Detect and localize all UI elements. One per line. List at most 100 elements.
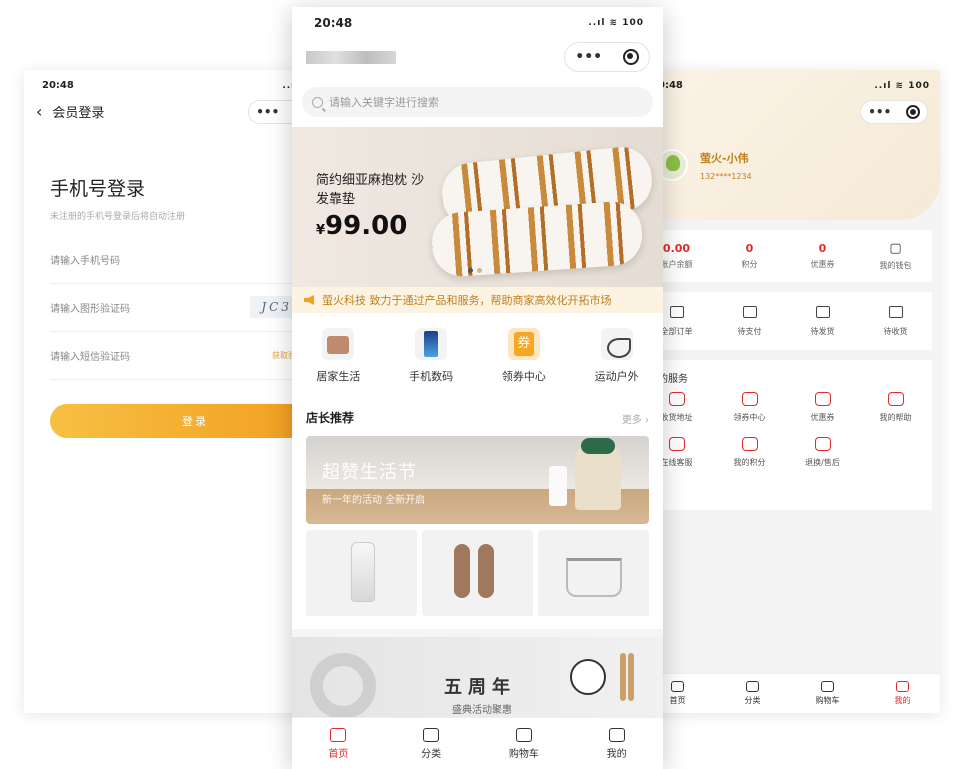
- services-grid: 收货地址 领券中心 优惠券 我的帮助 在线客服 我的积分 退换/售后: [640, 392, 932, 468]
- product-card-blender[interactable]: [306, 530, 417, 616]
- category-nav: 居家生活 手机数码 领券中心 运动户外: [292, 313, 663, 399]
- promo-banner[interactable]: 超赞生活节 新一年的活动 全新开启: [306, 436, 649, 524]
- carousel-dots[interactable]: [468, 268, 482, 273]
- nav-bar: ‹ 会员登录: [36, 102, 104, 121]
- anniversary-subtitle: 盛典活动聚惠: [452, 705, 512, 716]
- captcha-field[interactable]: 请输入图形验证码 JC3 y: [50, 284, 320, 332]
- stat-label: 优惠券: [810, 260, 835, 269]
- pillow-image: [430, 199, 644, 279]
- back-icon[interactable]: ‹: [36, 102, 42, 121]
- tab-label: 我的: [894, 696, 911, 705]
- tab-bar: 首页 分类 购物车 我的: [292, 717, 663, 769]
- promo-banner-subtitle: 新一年的活动 全新开启: [322, 495, 426, 506]
- login-screen: 20:48 ..ıl ≋ ‹ 会员登录 ••• 手机号登录 未注册的手机号登录后…: [24, 70, 324, 713]
- order-unreceived[interactable]: 待收货: [859, 292, 932, 350]
- order-label: 待收货: [883, 326, 908, 336]
- product-card-bowl[interactable]: [538, 530, 649, 616]
- search-bar[interactable]: 请输入关键字进行搜索: [302, 87, 653, 117]
- category-home-living[interactable]: 居家生活: [292, 313, 385, 399]
- stat-value: 0: [818, 242, 827, 255]
- tab-mine[interactable]: 我的: [570, 718, 663, 769]
- price-value: 99.00: [325, 211, 408, 241]
- banner-price: ¥99.00: [316, 211, 407, 241]
- tab-label: 分类: [744, 696, 761, 705]
- tab-bar: 首页 分类 购物车 我的: [640, 673, 940, 713]
- order-list-icon: [669, 305, 684, 318]
- phone-field[interactable]: 请输入手机号码: [50, 236, 320, 284]
- box-icon: [888, 305, 903, 318]
- tab-cart[interactable]: 购物车: [790, 674, 865, 713]
- category-label: 居家生活: [316, 370, 361, 383]
- product-card-slippers[interactable]: [422, 530, 533, 616]
- service-points[interactable]: 我的积分: [713, 437, 786, 468]
- carousel-dot[interactable]: [468, 268, 473, 273]
- service-coupons[interactable]: 优惠券: [786, 392, 859, 423]
- signal-icon: ..ıl ≋ 100: [874, 80, 930, 91]
- stat-coupons[interactable]: 0 优惠券: [786, 230, 859, 282]
- tab-home[interactable]: 首页: [292, 718, 385, 769]
- status-bar: 20:48 ..ıl ≋ 100: [314, 16, 644, 30]
- utensils-image: [620, 653, 626, 701]
- order-unshipped[interactable]: 待发货: [786, 292, 859, 350]
- page-title: 手机号登录: [50, 178, 146, 200]
- home-screen: 20:48 ..ıl ≋ 100 ••• 请输入关键字进行搜索 简约细亚麻抱枕 …: [292, 7, 663, 769]
- phone-placeholder: 请输入手机号码: [50, 256, 120, 267]
- menu-capsule[interactable]: •••: [564, 42, 650, 72]
- anniversary-banner[interactable]: 五周年 盛典活动聚惠: [292, 637, 663, 727]
- notice-text: 萤火科技 致力于通过产品和服务，帮助商家高效化开拓市场: [322, 294, 612, 307]
- category-label: 领券中心: [501, 370, 546, 383]
- category-coupons[interactable]: 领券中心: [478, 313, 571, 399]
- bike-icon: [600, 328, 633, 360]
- user-center-screen: 0:48 ..ıl ≋ 100 ••• 萤火-小伟 132****1234 0.…: [640, 70, 940, 713]
- wallet-icon: ▢: [889, 241, 902, 256]
- phone-icon: [415, 328, 448, 360]
- service-returns[interactable]: 退换/售后: [786, 437, 859, 468]
- app-title-blurred: [306, 51, 396, 64]
- chat-icon: [668, 437, 685, 451]
- tab-mine[interactable]: 我的: [865, 674, 940, 713]
- close-mini-program-icon[interactable]: [622, 49, 639, 65]
- carousel-dot[interactable]: [477, 268, 482, 273]
- promo-banner-title: 超赞生活节: [322, 462, 417, 483]
- category-digital[interactable]: 手机数码: [385, 313, 478, 399]
- order-label: 待发货: [810, 326, 835, 336]
- more-icon[interactable]: •••: [868, 105, 891, 119]
- stat-wallet[interactable]: ▢ 我的钱包: [859, 230, 932, 282]
- menu-capsule[interactable]: •••: [860, 100, 928, 124]
- more-icon[interactable]: •••: [575, 49, 602, 65]
- service-help[interactable]: 我的帮助: [859, 392, 932, 423]
- home-icon: [330, 727, 347, 742]
- service-coupon-center[interactable]: 领券中心: [713, 392, 786, 423]
- product-row: [306, 530, 649, 616]
- sms-placeholder: 请输入短信验证码: [50, 352, 130, 363]
- category-outdoor[interactable]: 运动户外: [570, 313, 663, 399]
- hero-banner[interactable]: 简约细亚麻抱枕 沙发靠垫 ¥99.00: [292, 127, 663, 287]
- close-mini-program-icon[interactable]: [905, 105, 920, 119]
- coupon-icon: [507, 328, 540, 360]
- services-panel: 的服务 收货地址 领券中心 优惠券 我的帮助 在线客服 我的积分 退换/售后: [640, 360, 932, 510]
- stat-points[interactable]: 0 积分: [713, 230, 786, 282]
- truck-icon: [815, 305, 830, 318]
- service-label: 优惠券: [810, 413, 835, 422]
- user-icon: [608, 727, 625, 742]
- more-link[interactable]: 更多 ›: [622, 411, 649, 426]
- profile-header: [640, 70, 940, 220]
- tab-category[interactable]: 分类: [715, 674, 790, 713]
- tab-label: 购物车: [508, 748, 539, 760]
- tab-cart[interactable]: 购物车: [478, 718, 571, 769]
- cup-image: [549, 466, 567, 506]
- login-button[interactable]: 登录: [50, 404, 324, 438]
- top-bar: 20:48 ..ıl ≋ 100 ••• 请输入关键字进行搜索: [292, 7, 663, 127]
- service-label: 领券中心: [733, 413, 766, 422]
- tab-label: 分类: [421, 748, 442, 760]
- ticket-icon: [814, 392, 831, 406]
- tab-category[interactable]: 分类: [385, 718, 478, 769]
- more-icon[interactable]: •••: [256, 105, 279, 119]
- sms-field[interactable]: 请输入短信验证码 获取验证码: [50, 332, 320, 380]
- user-icon: [896, 681, 909, 692]
- tab-label: 购物车: [815, 696, 840, 705]
- notice-bar[interactable]: 萤火科技 致力于通过产品和服务，帮助商家高效化开拓市场: [292, 287, 663, 313]
- recommend-section: 店长推荐 更多 › 超赞生活节 新一年的活动 全新开启: [292, 399, 663, 629]
- order-unpaid[interactable]: 待支付: [713, 292, 786, 350]
- status-bar: 20:48 ..ıl ≋: [42, 80, 312, 91]
